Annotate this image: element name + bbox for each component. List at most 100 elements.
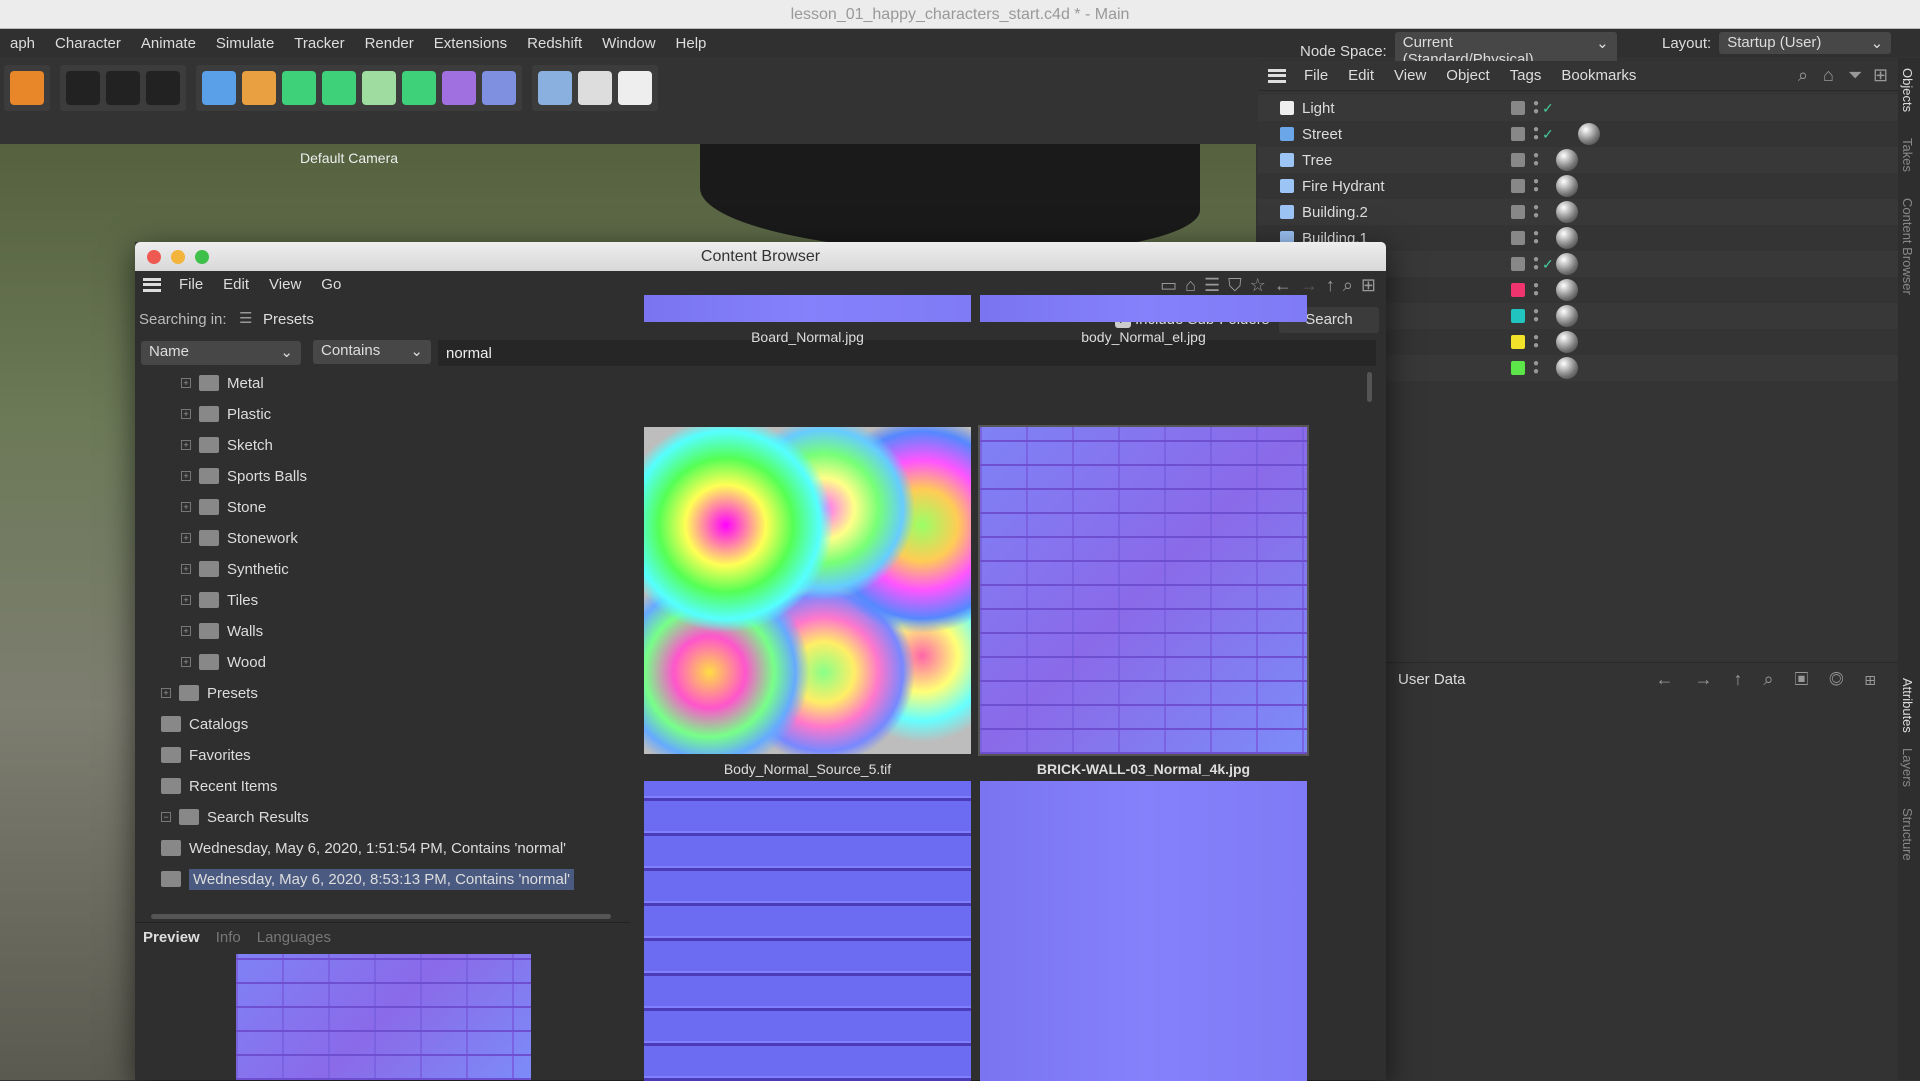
expand-icon[interactable]: + [181, 440, 191, 450]
tree-item[interactable]: + Metal [181, 369, 264, 397]
menu-character[interactable]: Character [45, 35, 131, 52]
cube-icon[interactable] [202, 71, 236, 105]
side-tab-attributes[interactable]: Attributes [1900, 678, 1915, 733]
enabled-check-icon[interactable]: ✓ [1542, 100, 1554, 117]
visibility-dots-icon[interactable]: ● ● [1533, 281, 1539, 299]
thumbnail-label[interactable]: BRICK-WALL-03_Normal_4k.jpg [980, 761, 1307, 777]
field-select[interactable]: Name ⌄ [141, 341, 301, 365]
layout-select[interactable]: Startup (User) ⌄ [1719, 32, 1892, 54]
om-menu-edit[interactable]: Edit [1340, 67, 1382, 84]
material-tag-icon[interactable] [1556, 149, 1578, 171]
expand-icon[interactable]: + [181, 564, 191, 574]
visibility-dots-icon[interactable]: ● ● [1533, 255, 1539, 273]
star-icon[interactable]: ☆ [1250, 275, 1266, 296]
tree-item[interactable]: + Plastic [181, 400, 271, 428]
edit-tag-icon[interactable] [1511, 179, 1525, 193]
tree-item[interactable]: Wednesday, May 6, 2020, 8:53:13 PM, Cont… [161, 865, 575, 893]
om-menu-file[interactable]: File [1296, 67, 1336, 84]
thumbnail-image[interactable] [644, 427, 971, 754]
side-tab-layers[interactable]: Layers [1900, 748, 1915, 787]
sliders-icon[interactable]: ☰ [1204, 275, 1220, 296]
tree-item[interactable]: Favorites [161, 741, 251, 769]
material-tag-icon[interactable] [1578, 123, 1600, 145]
tree-item[interactable]: + Synthetic [181, 555, 289, 583]
tree-item[interactable]: − Search Results [161, 803, 309, 831]
color-tag-icon[interactable] [1511, 283, 1525, 297]
cb-menu-edit[interactable]: Edit [215, 276, 257, 293]
object-row[interactable]: Fire Hydrant ● ● [1258, 173, 1898, 199]
enabled-check-icon[interactable]: ✓ [1542, 126, 1554, 143]
tab-preview[interactable]: Preview [143, 929, 200, 946]
attributes-nav-icons[interactable]: ← → ↑ ⌕ ▣ ◎ ⊞ [1656, 669, 1884, 690]
expand-icon[interactable]: + [181, 595, 191, 605]
collapse-icon[interactable]: − [161, 812, 171, 822]
render-view-icon[interactable] [66, 71, 100, 105]
visibility-dots-icon[interactable]: ● ● [1533, 203, 1539, 221]
back-arrow-icon[interactable]: ← [1274, 275, 1292, 296]
subdivision-icon[interactable] [282, 71, 316, 105]
expand-icon[interactable]: + [181, 378, 191, 388]
cb-menu-file[interactable]: File [171, 276, 211, 293]
edit-tag-icon[interactable] [1511, 153, 1525, 167]
tree-item[interactable]: + Wood [181, 648, 266, 676]
expand-icon[interactable]: + [181, 471, 191, 481]
cb-menu-view[interactable]: View [261, 276, 309, 293]
menu-render[interactable]: Render [355, 35, 424, 52]
expand-icon[interactable]: + [181, 409, 191, 419]
tree-item[interactable]: Catalogs [161, 710, 248, 738]
edit-tag-icon[interactable] [1511, 127, 1525, 141]
material-tag-icon[interactable] [1556, 279, 1578, 301]
hamburger-icon[interactable] [143, 277, 161, 292]
object-row[interactable]: Street ● ● ✓ [1258, 121, 1898, 147]
material-tag-icon[interactable] [1556, 175, 1578, 197]
material-tag-icon[interactable] [1556, 253, 1578, 275]
visibility-dots-icon[interactable]: ● ● [1533, 99, 1539, 117]
new-icon[interactable]: ⊞ [1361, 275, 1376, 296]
thumbnail-image[interactable] [980, 295, 1307, 322]
mograph-icon[interactable] [402, 71, 436, 105]
minimize-button[interactable] [171, 250, 185, 264]
expand-icon[interactable]: + [181, 657, 191, 667]
tab-info[interactable]: Info [216, 929, 241, 946]
om-menu-object[interactable]: Object [1438, 67, 1497, 84]
search-icon[interactable]: ⌕ [1343, 275, 1353, 296]
thumbnail-image[interactable] [644, 295, 971, 322]
color-tag-icon[interactable] [1511, 361, 1525, 375]
grid-vertical-scrollbar[interactable] [1367, 372, 1372, 402]
edit-tag-icon[interactable] [1511, 231, 1525, 245]
close-button[interactable] [147, 250, 161, 264]
deformer-icon[interactable] [482, 71, 516, 105]
side-tab-structure[interactable]: Structure [1900, 808, 1915, 861]
color-tag-icon[interactable] [1511, 335, 1525, 349]
object-row[interactable]: Building.2 ● ● [1258, 199, 1898, 225]
om-menu-view[interactable]: View [1386, 67, 1434, 84]
tree-item[interactable]: + Stonework [181, 524, 298, 552]
visibility-dots-icon[interactable]: ● ● [1533, 177, 1539, 195]
thumbnail-label[interactable]: body_Normal_el.jpg [980, 329, 1307, 345]
edit-tag-icon[interactable] [1511, 205, 1525, 219]
enabled-check-icon[interactable]: ✓ [1542, 256, 1554, 273]
mode-select[interactable]: Contains ⌄ [313, 340, 431, 364]
visibility-dots-icon[interactable]: ● ● [1533, 125, 1539, 143]
tree-item[interactable]: + Sketch [181, 431, 273, 459]
visibility-dots-icon[interactable]: ● ● [1533, 229, 1539, 247]
filter-icon[interactable]: ⏷ [1848, 65, 1862, 86]
material-tag-icon[interactable] [1556, 227, 1578, 249]
color-tag-icon[interactable] [1511, 309, 1525, 323]
side-tab-objects[interactable]: Objects [1900, 68, 1915, 112]
visibility-dots-icon[interactable]: ● ● [1533, 359, 1539, 377]
thumbnail-label[interactable]: Board_Normal.jpg [644, 329, 971, 345]
cloner-icon[interactable] [362, 71, 396, 105]
tree-item[interactable]: + Stone [181, 493, 266, 521]
menu-simulate[interactable]: Simulate [206, 35, 284, 52]
visibility-dots-icon[interactable]: ● ● [1533, 333, 1539, 351]
hamburger-icon[interactable] [1268, 68, 1286, 83]
om-menu-tags[interactable]: Tags [1502, 67, 1550, 84]
tree-item[interactable]: + Presets [161, 679, 258, 707]
catalog-icon[interactable]: ⛉ [1228, 275, 1242, 296]
cb-menu-go[interactable]: Go [313, 276, 349, 293]
side-tab-content-browser[interactable]: Content Browser [1900, 198, 1915, 295]
maximize-button[interactable] [195, 250, 209, 264]
material-tag-icon[interactable] [1556, 201, 1578, 223]
extrude-icon[interactable] [322, 71, 356, 105]
